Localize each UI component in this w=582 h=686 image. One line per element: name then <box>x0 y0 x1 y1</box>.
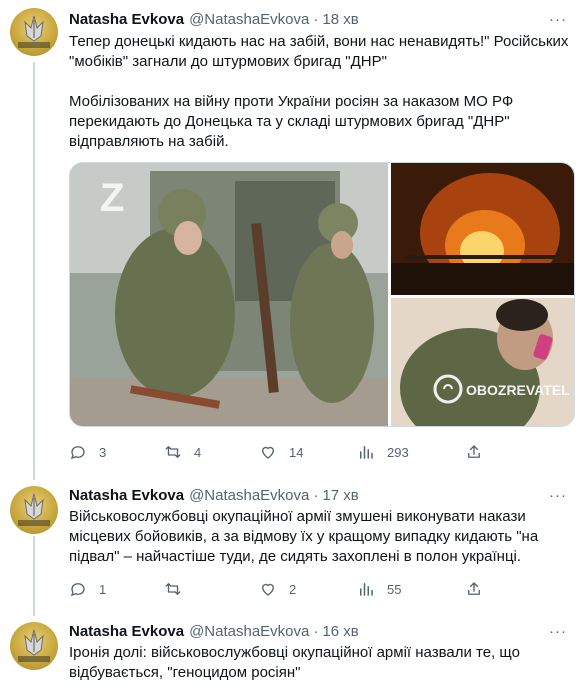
tweet-paragraph: Тепер донецькі кидають нас на забій, вон… <box>69 33 569 70</box>
avatar[interactable] <box>10 486 58 534</box>
author-name[interactable]: Natasha Evkova <box>69 623 184 640</box>
author-name[interactable]: Natasha Evkova <box>69 487 184 504</box>
author-name[interactable]: Natasha Evkova <box>69 11 184 28</box>
reply-count: 3 <box>99 444 107 460</box>
retweet-icon <box>165 583 181 595</box>
media-photo-soldiers[interactable]: Z <box>70 163 388 427</box>
tweet[interactable]: Natasha Evkova @NatashaEvkova · 18 хв ··… <box>0 0 582 470</box>
watermark-text: OBOZREVATEL <box>466 382 570 398</box>
views-icon <box>360 583 373 596</box>
tweet-header: Natasha Evkova @NatashaEvkova · 17 хв <box>69 485 359 505</box>
tweet-paragraph: Іронія долі: військовослужбовці окупацій… <box>69 644 520 681</box>
avatar[interactable] <box>10 622 58 670</box>
thread: Natasha Evkova @NatashaEvkova · 18 хв ··… <box>0 0 582 686</box>
tweet[interactable]: Natasha Evkova @NatashaEvkova · 17 хв ··… <box>0 480 582 606</box>
like-icon <box>262 583 274 596</box>
reply-button[interactable]: 3 <box>69 443 164 461</box>
tweet-paragraph: Мобілізованих на війну проти України рос… <box>69 93 514 150</box>
separator: · <box>313 622 319 640</box>
more-icon[interactable]: ··· <box>548 9 568 29</box>
views-icon <box>360 446 373 459</box>
share-icon <box>468 582 480 595</box>
reply-icon <box>70 583 85 597</box>
author-handle[interactable]: @NatashaEvkova <box>189 623 309 640</box>
svg-text:Z: Z <box>100 176 124 220</box>
like-icon <box>262 446 274 459</box>
separator: · <box>313 486 319 504</box>
more-icon[interactable]: ··· <box>548 621 568 641</box>
views-count: 55 <box>387 581 402 597</box>
share-button[interactable] <box>465 580 483 598</box>
tweet-text: Військовослужбовці окупаційної армії зму… <box>69 507 574 567</box>
author-handle[interactable]: @NatashaEvkova <box>189 11 309 28</box>
like-button[interactable]: 2 <box>259 580 357 598</box>
avatar[interactable] <box>10 8 58 56</box>
tweet-text: Тепер донецькі кидають нас на забій, вон… <box>69 32 574 152</box>
tweet-media[interactable]: Z OBOZREVATEL <box>69 162 575 427</box>
tweet-actions: 3 4 14 293 <box>69 442 483 462</box>
views-count: 293 <box>387 444 409 460</box>
tweet-text: Іронія долі: військовослужбовці окупацій… <box>69 643 574 683</box>
retweet-count: 4 <box>194 444 202 460</box>
media-photo-fire[interactable] <box>391 163 575 295</box>
more-icon[interactable]: ··· <box>548 485 568 505</box>
tweet[interactable]: Natasha Evkova @NatashaEvkova · 16 хв ··… <box>0 616 582 686</box>
like-count: 14 <box>289 444 304 460</box>
like-button[interactable]: 14 <box>259 443 357 461</box>
like-count: 2 <box>289 581 297 597</box>
timestamp[interactable]: 18 хв <box>322 11 358 28</box>
reply-icon <box>70 446 85 460</box>
tweet-paragraph: Військовослужбовці окупаційної армії зму… <box>69 508 539 565</box>
tweet-header: Natasha Evkova @NatashaEvkova · 18 хв <box>69 9 359 29</box>
reply-button[interactable]: 1 <box>69 580 164 598</box>
retweet-button[interactable]: 4 <box>164 443 259 461</box>
retweet-button[interactable] <box>164 580 259 598</box>
media-photo-man-phone[interactable]: OBOZREVATEL <box>391 298 575 427</box>
tweet-header: Natasha Evkova @NatashaEvkova · 16 хв <box>69 621 359 641</box>
timestamp[interactable]: 17 хв <box>322 487 358 504</box>
tweet-actions: 1 2 55 <box>69 579 483 599</box>
views-button[interactable]: 55 <box>357 580 465 598</box>
separator: · <box>313 10 319 28</box>
views-button[interactable]: 293 <box>357 443 465 461</box>
reply-count: 1 <box>99 581 107 597</box>
share-icon <box>468 445 480 458</box>
share-button[interactable] <box>465 443 483 461</box>
timestamp[interactable]: 16 хв <box>322 623 358 640</box>
author-handle[interactable]: @NatashaEvkova <box>189 487 309 504</box>
retweet-icon <box>165 446 181 458</box>
